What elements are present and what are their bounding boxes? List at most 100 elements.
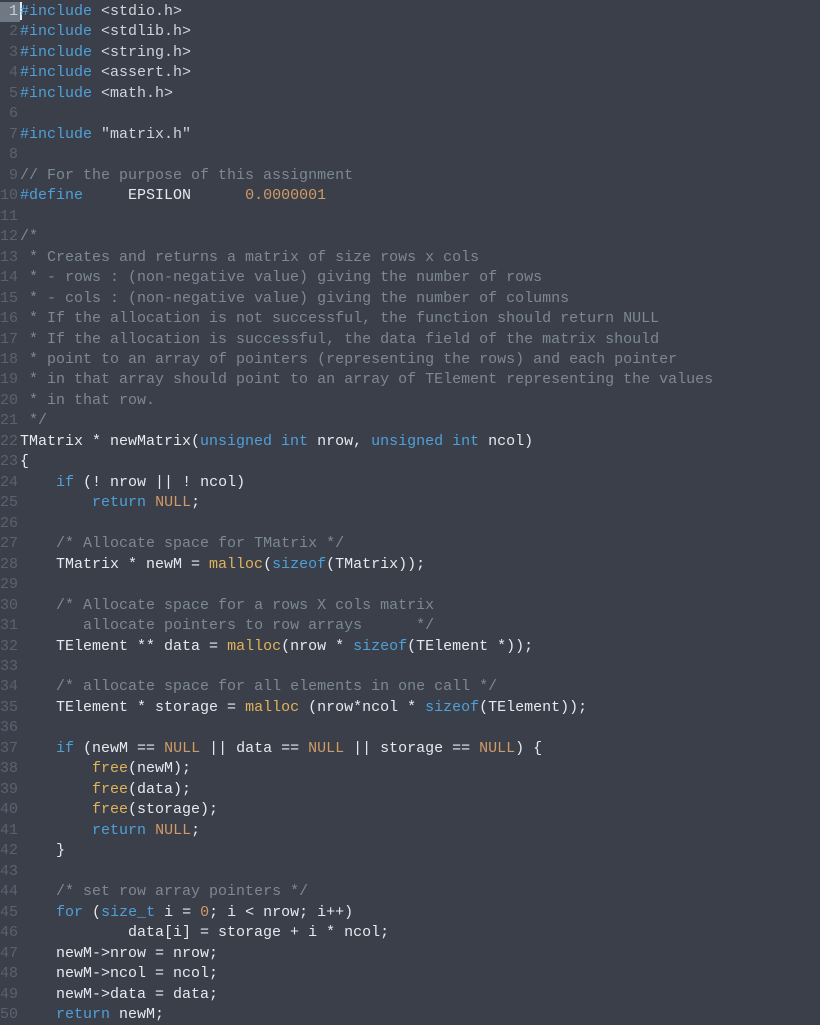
code-line[interactable]: * - rows : (non-negative value) giving t… xyxy=(20,268,820,288)
token-plain xyxy=(20,883,56,900)
code-line[interactable]: data[i] = storage + i * ncol; xyxy=(20,923,820,943)
code-line[interactable]: newM->data = data; xyxy=(20,985,820,1005)
code-line[interactable]: /* set row array pointers */ xyxy=(20,882,820,902)
line-number: 18 xyxy=(0,350,20,370)
code-editor[interactable]: 1234567891011121314151617181920212223242… xyxy=(0,0,820,1024)
token-kw: sizeof xyxy=(353,638,407,655)
code-line[interactable]: */ xyxy=(20,411,820,431)
line-number: 25 xyxy=(0,493,20,513)
code-line[interactable] xyxy=(20,718,820,738)
line-number: 27 xyxy=(0,534,20,554)
line-number: 50 xyxy=(0,1005,20,1025)
token-plain: { xyxy=(20,453,29,470)
code-line[interactable]: * in that row. xyxy=(20,391,820,411)
line-number: 4 xyxy=(0,63,20,83)
line-number: 13 xyxy=(0,248,20,268)
code-line[interactable]: #include "matrix.h" xyxy=(20,125,820,145)
line-number: 36 xyxy=(0,718,20,738)
code-line[interactable]: newM->ncol = ncol; xyxy=(20,964,820,984)
code-line[interactable]: #include <string.h> xyxy=(20,43,820,63)
token-plain: } xyxy=(20,842,65,859)
code-line[interactable]: allocate pointers to row arrays */ xyxy=(20,616,820,636)
token-plain: newM; xyxy=(110,1006,164,1023)
code-line[interactable]: * point to an array of pointers (represe… xyxy=(20,350,820,370)
code-line[interactable]: { xyxy=(20,452,820,472)
line-number: 16 xyxy=(0,309,20,329)
line-number: 9 xyxy=(0,166,20,186)
line-number: 3 xyxy=(0,43,20,63)
code-line[interactable]: * in that array should point to an array… xyxy=(20,370,820,390)
code-line[interactable]: return NULL; xyxy=(20,493,820,513)
token-plain: (storage); xyxy=(128,801,218,818)
code-line[interactable]: // For the purpose of this assignment xyxy=(20,166,820,186)
code-line[interactable]: TElement * storage = malloc (nrow*ncol *… xyxy=(20,698,820,718)
token-str: "matrix.h" xyxy=(101,126,191,143)
code-line[interactable]: #include <stdlib.h> xyxy=(20,22,820,42)
code-line[interactable] xyxy=(20,657,820,677)
code-line[interactable]: free(storage); xyxy=(20,800,820,820)
token-kw: #include xyxy=(20,85,101,102)
line-number: 42 xyxy=(0,841,20,861)
token-kw: #include xyxy=(20,44,101,61)
code-line[interactable]: /* allocate space for all elements in on… xyxy=(20,677,820,697)
code-line[interactable]: TMatrix * newMatrix(unsigned int nrow, u… xyxy=(20,432,820,452)
code-line[interactable]: #include <stdio.h> xyxy=(20,2,820,22)
code-line[interactable]: if (! nrow || ! ncol) xyxy=(20,473,820,493)
code-line[interactable] xyxy=(20,104,820,124)
code-line[interactable]: for (size_t i = 0; i < nrow; i++) xyxy=(20,903,820,923)
code-line[interactable]: #include <assert.h> xyxy=(20,63,820,83)
token-cmt: * in that row. xyxy=(20,392,155,409)
code-line[interactable]: free(data); xyxy=(20,780,820,800)
token-type: unsigned int xyxy=(371,433,479,450)
code-line[interactable] xyxy=(20,862,820,882)
code-line[interactable] xyxy=(20,207,820,227)
line-number: 37 xyxy=(0,739,20,759)
code-line[interactable]: /* Allocate space for a rows X cols matr… xyxy=(20,596,820,616)
code-line[interactable]: TMatrix * newM = malloc(sizeof(TMatrix))… xyxy=(20,555,820,575)
line-number: 44 xyxy=(0,882,20,902)
line-number: 19 xyxy=(0,370,20,390)
token-incbr: <stdlib.h> xyxy=(101,23,191,40)
code-line[interactable]: * If the allocation is not successful, t… xyxy=(20,309,820,329)
token-plain: TElement * storage = xyxy=(20,699,245,716)
line-number: 40 xyxy=(0,800,20,820)
token-plain: (nrow * xyxy=(281,638,353,655)
line-number: 28 xyxy=(0,555,20,575)
code-line[interactable]: #define EPSILON 0.0000001 xyxy=(20,186,820,206)
code-line[interactable] xyxy=(20,575,820,595)
code-line[interactable]: return NULL; xyxy=(20,821,820,841)
line-number: 35 xyxy=(0,698,20,718)
code-line[interactable]: newM->nrow = nrow; xyxy=(20,944,820,964)
code-line[interactable] xyxy=(20,145,820,165)
code-line[interactable]: /* Allocate space for TMatrix */ xyxy=(20,534,820,554)
token-null: NULL xyxy=(479,740,515,757)
token-plain xyxy=(20,822,92,839)
token-plain: (TElement *)); xyxy=(407,638,533,655)
code-line[interactable]: * If the allocation is successful, the d… xyxy=(20,330,820,350)
code-line[interactable]: * - cols : (non-negative value) giving t… xyxy=(20,289,820,309)
line-number: 8 xyxy=(0,145,20,165)
code-line[interactable]: * Creates and returns a matrix of size r… xyxy=(20,248,820,268)
token-plain xyxy=(20,474,56,491)
code-line[interactable]: TElement ** data = malloc(nrow * sizeof(… xyxy=(20,637,820,657)
token-plain: data[i] = storage + i * ncol; xyxy=(20,924,389,941)
token-cmt: /* Allocate space for TMatrix */ xyxy=(56,535,344,552)
token-incbr: <stdio.h> xyxy=(101,3,182,20)
code-line[interactable]: return newM; xyxy=(20,1005,820,1025)
token-plain xyxy=(20,535,56,552)
token-plain: || storage == xyxy=(344,740,479,757)
line-number: 43 xyxy=(0,862,20,882)
code-line[interactable] xyxy=(20,514,820,534)
token-plain: i = xyxy=(155,904,200,921)
line-number: 39 xyxy=(0,780,20,800)
code-line[interactable]: #include <math.h> xyxy=(20,84,820,104)
code-area[interactable]: #include <stdio.h>#include <stdlib.h>#in… xyxy=(20,0,820,1024)
token-kw: if xyxy=(56,474,74,491)
code-line[interactable]: free(newM); xyxy=(20,759,820,779)
code-line[interactable]: /* xyxy=(20,227,820,247)
code-line[interactable]: } xyxy=(20,841,820,861)
token-cmt: * in that array should point to an array… xyxy=(20,371,713,388)
code-line[interactable]: if (newM == NULL || data == NULL || stor… xyxy=(20,739,820,759)
token-type: unsigned int xyxy=(200,433,308,450)
token-null: NULL xyxy=(308,740,344,757)
